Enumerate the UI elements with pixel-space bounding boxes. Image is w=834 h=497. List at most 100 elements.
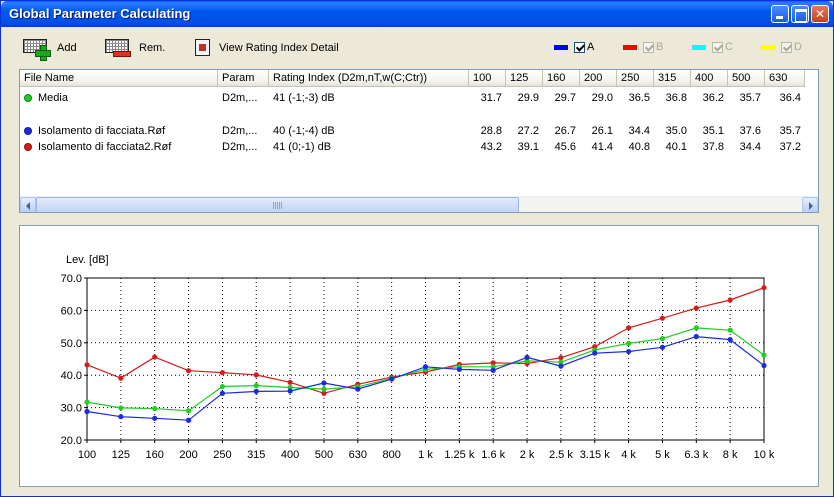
data-point [524,354,530,360]
data-point [152,405,158,412]
data-point [84,399,90,405]
horizontal-scrollbar[interactable] [20,196,818,212]
col-header-100[interactable]: 100 [469,70,506,87]
list-header: File Name Param Rating Index (D2m,nT,w(C… [20,70,818,88]
series-toggle-b[interactable]: B [623,41,663,53]
series-c-checkbox[interactable] [712,41,723,53]
data-point [626,340,632,347]
series-toggle-d[interactable]: D [761,41,802,53]
add-button[interactable]: Add [21,35,77,61]
row-value: 36.8 [665,92,687,104]
close-button[interactable]: ✕ [811,5,829,23]
y-axis-label: Lev. [dB] [66,254,109,266]
data-point [253,388,259,394]
col-header-rating-index[interactable]: Rating Index (D2m,nT,w(C;Ctr)) [269,70,469,87]
col-header-param[interactable]: Param [218,70,269,87]
data-point [693,334,699,340]
window-title: Global Parameter Calculating [9,6,191,21]
minimize-button[interactable] [771,5,789,23]
row-value: 29.7 [554,92,576,104]
x-tick-label: 160 [146,449,164,461]
col-header-125[interactable]: 125 [506,70,543,87]
col-header-file-name[interactable]: File Name [20,70,218,87]
series-dot-icon [24,127,32,135]
x-tick-label: 8 k [723,449,738,461]
col-header-200[interactable]: 200 [580,70,617,87]
list-item[interactable]: Media D2m,... 41 (-1;-3) dB 31.7 29.9 29… [20,90,818,106]
data-point [422,364,429,370]
chart-panel: Lev. [dB] 20.0 30.0 40.0 50.0 60.0 70.0 100 125 1… [19,225,819,487]
toolbar: Add Rem. View Rating Index Detail A B C [1,27,833,67]
col-header-160[interactable]: 160 [543,70,580,87]
row-value: 45.6 [554,141,576,153]
data-point [727,336,733,343]
chevron-right-icon [809,202,813,210]
row-name: Media [38,92,68,104]
data-point [693,325,699,331]
maximize-button[interactable] [791,5,809,23]
x-tick-label: 2 k [520,449,535,461]
row-value: 36.2 [702,92,724,104]
file-list[interactable]: File Name Param Rating Index (D2m,nT,w(C… [19,69,819,213]
data-point [219,383,225,390]
data-point [219,390,225,396]
remove-button[interactable]: Rem. [103,35,165,61]
col-header-630[interactable]: 630 [765,70,805,87]
y-tick-label: 50.0 [61,338,82,350]
data-point [592,350,598,356]
row-param: D2m,... [222,92,258,104]
close-icon: ✕ [814,7,826,21]
title-bar[interactable]: Global Parameter Calculating ✕ [1,1,833,27]
data-point [761,362,767,369]
scroll-right-button[interactable] [802,197,818,212]
row-value: 41.4 [591,141,613,153]
level-chart: Lev. [dB] 20.0 30.0 40.0 50.0 60.0 70.0 100 125 1… [61,254,775,461]
view-rating-index-detail-button[interactable]: View Rating Index Detail [193,35,339,61]
y-tick-label: 40.0 [61,370,82,382]
row-value: 34.4 [628,125,650,137]
series-c-label: C [725,41,733,53]
data-point [727,327,733,333]
data-point [727,297,733,303]
col-header-315[interactable]: 315 [654,70,691,87]
row-value: 40.8 [628,141,650,153]
col-header-400[interactable]: 400 [691,70,728,87]
detail-view-icon [193,37,213,59]
series-b-swatch [623,44,637,50]
data-point [626,325,632,331]
series-dot-icon [24,143,32,151]
app-window: Global Parameter Calculating ✕ Add Rem. … [0,0,834,497]
grip-icon [273,202,283,209]
series-toggle-c[interactable]: C [692,41,733,53]
series-b-checkbox[interactable] [643,41,654,53]
data-point [659,344,666,350]
x-tick-label: 400 [281,449,299,461]
data-point [456,366,462,372]
data-point [321,386,327,392]
x-tick-label: 315 [247,449,265,461]
data-point [152,415,158,421]
data-point [185,417,192,423]
scroll-left-button[interactable] [20,197,36,212]
data-point [355,386,361,392]
list-item[interactable]: Isolamento di facciata.Røf D2m,... 40 (-… [20,123,818,139]
data-point [185,368,192,374]
row-value: 36.5 [628,92,650,104]
series-d-checkbox[interactable] [781,41,792,53]
x-tick-label: 4 k [621,449,636,461]
scrollbar-thumb[interactable] [36,197,519,212]
series-toggle-a[interactable]: A [554,41,594,53]
col-header-500[interactable]: 500 [728,70,765,87]
data-point [185,408,192,414]
y-tick-label: 30.0 [61,403,82,415]
row-value: 34.4 [739,141,761,153]
minimize-icon [772,6,788,22]
data-point [219,370,225,376]
x-tick-label: 3.15 k [580,449,610,461]
row-value: 36.4 [779,92,801,104]
row-rating: 41 (0;-1) dB [273,141,332,153]
col-header-250[interactable]: 250 [617,70,654,87]
row-name: Isolamento di facciata2.Røf [38,141,172,153]
series-a-checkbox[interactable] [574,41,585,53]
list-item[interactable]: Isolamento di facciata2.Røf D2m,... 41 (… [20,139,818,155]
